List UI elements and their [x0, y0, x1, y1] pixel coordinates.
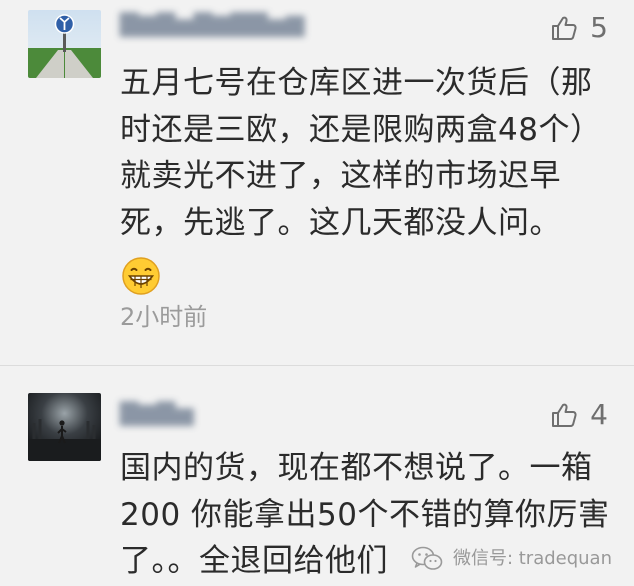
nickname-blurred[interactable]: ▇▆▇▅ [120, 395, 230, 429]
comment-item: ▇▆▇▅▇▆▇▇▅▆ 5 五月七号在仓库区进一次货后（那时还是三欧，还是限购两盒… [0, 0, 634, 365]
watermark-label: 微信号: tradequan [452, 548, 612, 569]
comments-page: ▇▆▇▅▇▆▇▇▅▆ 5 五月七号在仓库区进一次货后（那时还是三欧，还是限购两盒… [0, 0, 634, 586]
like-button[interactable]: 4 [550, 397, 608, 433]
road-sign-avatar[interactable] [28, 10, 101, 78]
like-count: 4 [590, 398, 608, 431]
wechat-icon [411, 546, 443, 572]
watermark: 微信号: tradequan [411, 546, 612, 572]
nickname-blurred[interactable]: ▇▆▇▅▇▆▇▇▅▆ [120, 6, 350, 40]
thumbs-up-icon [550, 401, 578, 429]
like-count: 5 [590, 11, 608, 44]
comment-text: 五月七号在仓库区进一次货后（那时还是三欧，还是限购两盒48个）就卖光不进了，这样… [120, 65, 602, 241]
night-scene-avatar[interactable] [28, 393, 101, 461]
comment-time: 2小时前 [120, 303, 208, 331]
thumbs-up-icon [550, 14, 578, 42]
like-button[interactable]: 5 [550, 10, 608, 46]
grinning-face-emoji [121, 256, 161, 296]
